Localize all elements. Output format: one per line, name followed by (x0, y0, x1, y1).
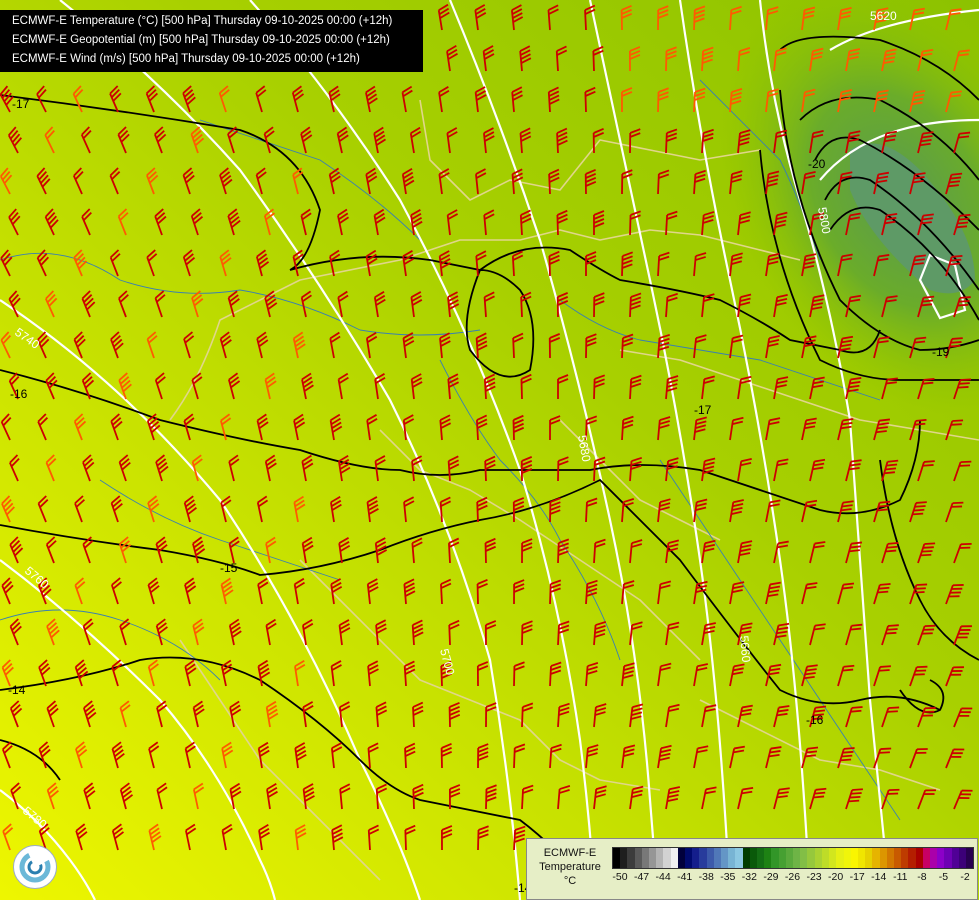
legend-tick: -11 (893, 871, 908, 883)
legend-swatch (771, 848, 779, 868)
legend-swatch (800, 848, 808, 868)
map-title-box: ECMWF-E Temperature (°C) [500 hPa] Thurs… (0, 10, 423, 72)
legend-swatch (872, 848, 880, 868)
legend-tick: -5 (938, 871, 949, 883)
legend-swatch (843, 848, 851, 868)
legend-tick: -47 (633, 871, 650, 883)
legend-swatch (721, 848, 729, 868)
legend-swatch (613, 848, 621, 868)
isotherm-label: -17 (694, 403, 712, 417)
isotherm-label: -17 (12, 97, 30, 111)
legend-tick: -32 (741, 871, 757, 883)
legend-tick: -17 (849, 871, 865, 883)
legend-tick: -20 (828, 871, 844, 883)
legend-swatch (728, 848, 736, 868)
legend-swatch (742, 848, 750, 868)
legend-swatch (908, 848, 916, 868)
legend-swatch (958, 848, 966, 868)
isotherm-label: -15 (220, 561, 238, 575)
legend-swatch (865, 848, 873, 868)
geopotential-label: 5660 (737, 635, 753, 663)
legend-swatch (793, 848, 801, 868)
legend-title: ECMWF-E Temperature °C (531, 846, 609, 888)
isotherm-label: -19 (932, 345, 950, 359)
legend-swatch (915, 848, 923, 868)
legend-swatch (627, 848, 635, 868)
legend-swatch (735, 848, 743, 868)
legend-tick: -23 (806, 871, 822, 883)
legend-swatch (814, 848, 822, 868)
legend-swatch (922, 848, 930, 868)
legend-tick: -38 (698, 871, 714, 883)
legend-title-line2: Temperature (539, 861, 601, 873)
legend-tick-labels: -50 -47 -44 -41 -38 -35 -32 -29 -26 -23 -20 -17 -14-… (612, 871, 974, 887)
legend-swatch (829, 848, 837, 868)
legend-swatch (641, 848, 650, 868)
legend-swatch (692, 848, 700, 868)
isotherm-label: -20 (808, 157, 826, 171)
legend-swatch (944, 848, 952, 868)
legend-swatch (670, 848, 678, 868)
legend-color-scale (612, 847, 974, 869)
legend-swatch (951, 848, 959, 868)
legend-tick: -41 (677, 871, 693, 883)
legend-swatch (836, 848, 844, 868)
legend-swatch (764, 848, 772, 868)
legend-tick: -35 (720, 871, 736, 883)
legend-swatch (886, 848, 894, 868)
legend-unit: °C (563, 875, 577, 887)
isotherm-label: -16 (806, 713, 824, 727)
legend-swatch (850, 848, 858, 868)
legend-swatch (901, 848, 909, 868)
temperature-legend: ECMWF-E Temperature °C -50 -47 -44 -41 -38 -3… (526, 838, 978, 900)
legend-tick: -26 (784, 871, 801, 883)
legend-swatch (893, 848, 902, 868)
legend-swatch (857, 848, 866, 868)
legend-swatch (634, 848, 642, 868)
legend-title-line1: ECMWF-E (543, 847, 597, 859)
isotherm-label: -16 (10, 387, 28, 401)
legend-swatch (656, 848, 664, 868)
legend-swatch (620, 848, 628, 868)
legend-tick: -2 (960, 871, 970, 883)
legend-swatch (879, 848, 887, 868)
geopotential-label: 5620 (870, 9, 897, 23)
weather-map: -17 -16 -15 -14 -14 -17 -19 -20 -16 5620… (0, 0, 979, 900)
legend-tick: -14 (871, 871, 887, 883)
legend-tick: -29 (763, 871, 779, 883)
legend-swatch (699, 848, 707, 868)
title-geopotential: ECMWF-E Geopotential (m) [500 hPa] Thurs… (12, 34, 390, 46)
legend-swatch (778, 848, 786, 868)
legend-swatch (706, 848, 714, 868)
legend-swatch (807, 848, 815, 868)
legend-swatch (757, 848, 765, 868)
legend-tick: -44 (655, 871, 671, 883)
title-temperature: ECMWF-E Temperature (°C) [500 hPa] Thurs… (12, 15, 393, 27)
title-wind: ECMWF-E Wind (m/s) [500 hPa] Thursday 09… (12, 53, 360, 65)
legend-swatch (713, 848, 722, 868)
legend-swatch (965, 848, 974, 868)
legend-tick: -8 (917, 871, 927, 883)
legend-swatch (937, 848, 945, 868)
ecmwf-logo-icon (13, 845, 57, 889)
isotherm-label: -14 (8, 683, 26, 697)
legend-swatch (929, 848, 938, 868)
legend-tick: -50 (612, 871, 628, 883)
legend-swatch (785, 848, 794, 868)
legend-swatch (663, 848, 671, 868)
legend-swatch (821, 848, 830, 868)
legend-swatch (677, 848, 686, 868)
legend-swatch (749, 848, 758, 868)
legend-swatch (649, 848, 657, 868)
legend-swatch (685, 848, 693, 868)
